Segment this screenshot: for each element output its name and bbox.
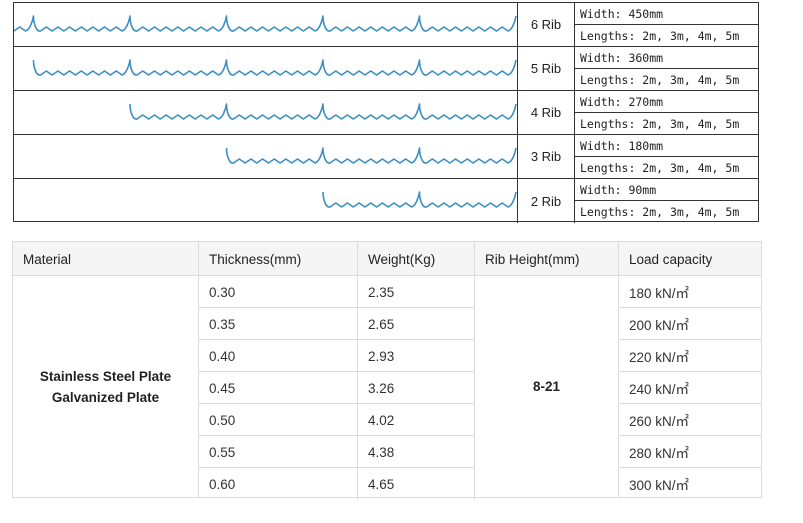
profile-line [129,103,517,120]
rib-count-label: 2 Rib [518,179,575,223]
weight-cell: 2.65 [358,308,475,340]
rib-lengths-text: Lengths: 2m, 3m, 4m, 5m [580,205,740,219]
corrugated-profile-icon [32,59,517,76]
rib-height-value: 8-21 [532,379,561,394]
rib-profile-row: 5 Rib Width: 360mm Lengths: 2m, 3m, 4m, 5m [14,47,758,91]
rib-profile-drawing [14,47,518,90]
rib-lengths-text: Lengths: 2m, 3m, 4m, 5m [580,117,740,131]
rib-spec-cell: Width: 90mm Lengths: 2m, 3m, 4m, 5m [575,179,758,223]
header-load-capacity: Load capacity [629,251,713,267]
table-row: 0.40 2.93 [199,340,475,372]
load-capacity-cell: 200 kN/㎡ [629,318,690,333]
load-capacity-cell: 180 kN/㎡ [629,286,690,301]
thickness-cell: 0.50 [199,404,358,436]
table-row: 260 kN/㎡ [619,404,761,436]
rib-profile-row: 2 Rib Width: 90mm Lengths: 2m, 3m, 4m, 5m [14,179,758,223]
material-cell: Stainless Steel Plate Galvanized Plate [13,276,199,497]
rib-height-cell: 8-21 [475,276,619,497]
weight-cell: 2.35 [358,276,475,308]
weight-cell: 3.26 [358,372,475,404]
table-row: 220 kN/㎡ [619,340,761,372]
header-weight: Weight(Kg) [358,242,475,276]
profile-line [32,59,517,76]
load-capacity-cell: 240 kN/㎡ [629,382,690,397]
rib-count-label: 4 Rib [518,91,575,134]
load-capacity-cell: 300 kN/㎡ [629,478,690,493]
weight-cell: 4.65 [358,468,475,500]
rib-lengths-text: Lengths: 2m, 3m, 4m, 5m [580,161,740,175]
rib-width-text: Width: 90mm [575,179,758,201]
rib-count-label: 3 Rib [518,135,575,178]
rib-width-text: Width: 270mm [575,91,758,113]
material-galvanized: Galvanized Plate [51,389,160,405]
table-row: 300 kN/㎡ [619,468,761,500]
table-header-row: Material Thickness(mm) Weight(Kg) Rib He… [13,242,761,276]
rib-count-label: 6 Rib [518,3,575,46]
rib-spec-cell: Width: 180mm Lengths: 2m, 3m, 4m, 5m [575,135,758,178]
weight-cell: 2.93 [358,340,475,372]
table-row: 280 kN/㎡ [619,436,761,468]
table-row: 0.45 3.26 [199,372,475,404]
load-capacity-cell: 280 kN/㎡ [629,446,690,461]
thickness-cell: 0.60 [199,468,358,500]
header-material: Material [13,242,199,276]
rib-width-text: Width: 180mm [575,135,758,157]
rib-spec-cell: Width: 270mm Lengths: 2m, 3m, 4m, 5m [575,91,758,134]
rib-spec-cell: Width: 360mm Lengths: 2m, 3m, 4m, 5m [575,47,758,90]
table-row: 0.50 4.02 [199,404,475,436]
thickness-cell: 0.40 [199,340,358,372]
corrugated-profile-icon [225,147,517,164]
rib-lengths-text: Lengths: 2m, 3m, 4m, 5m [580,29,740,43]
table-row: 180 kN/㎡ [619,276,761,308]
thickness-cell: 0.55 [199,436,358,468]
header-rib-height: Rib Height(mm) [475,242,619,276]
profile-line [225,147,517,164]
table-row: 0.30 2.35 [199,276,475,308]
table-row: 240 kN/㎡ [619,372,761,404]
corrugated-profile-icon [129,103,517,120]
rib-count-label: 5 Rib [518,47,575,90]
rib-profile-drawing [14,135,518,178]
weight-cell: 4.02 [358,404,475,436]
rib-profile-drawing [14,91,518,134]
specification-table: Material Thickness(mm) Weight(Kg) Rib He… [12,241,762,500]
thickness-cell: 0.35 [199,308,358,340]
table-row: 0.55 4.38 [199,436,475,468]
rib-lengths-text: Lengths: 2m, 3m, 4m, 5m [580,73,740,87]
rib-profile-row: 4 Rib Width: 270mm Lengths: 2m, 3m, 4m, 5m [14,91,758,135]
corrugated-profile-icon [322,191,517,208]
table-row: 200 kN/㎡ [619,308,761,340]
corrugated-profile-icon [14,15,517,32]
table-row: 0.35 2.65 [199,308,475,340]
material-stainless-steel: Stainless Steel Plate [39,368,172,384]
profile-line [14,15,517,32]
thickness-cell: 0.30 [199,276,358,308]
load-capacity-cell: 220 kN/㎡ [629,350,690,365]
profile-line [322,191,517,208]
rib-profile-drawing [14,3,518,46]
weight-cell: 4.38 [358,436,475,468]
rib-width-text: Width: 360mm [575,47,758,69]
table-row: 0.60 4.65 [199,468,475,500]
thickness-cell: 0.45 [199,372,358,404]
rib-profile-row: 6 Rib Width: 450mm Lengths: 2m, 3m, 4m, 5m [14,3,758,47]
header-thickness: Thickness(mm) [199,242,358,276]
rib-spec-cell: Width: 450mm Lengths: 2m, 3m, 4m, 5m [575,3,758,46]
rib-profile-table: 6 Rib Width: 450mm Lengths: 2m, 3m, 4m, 5m… [13,2,759,223]
load-capacity-cell: 260 kN/㎡ [629,414,690,429]
rib-profile-drawing [14,179,518,223]
rib-width-text: Width: 450mm [575,3,758,25]
rib-profile-row: 3 Rib Width: 180mm Lengths: 2m, 3m, 4m, 5m [14,135,758,179]
